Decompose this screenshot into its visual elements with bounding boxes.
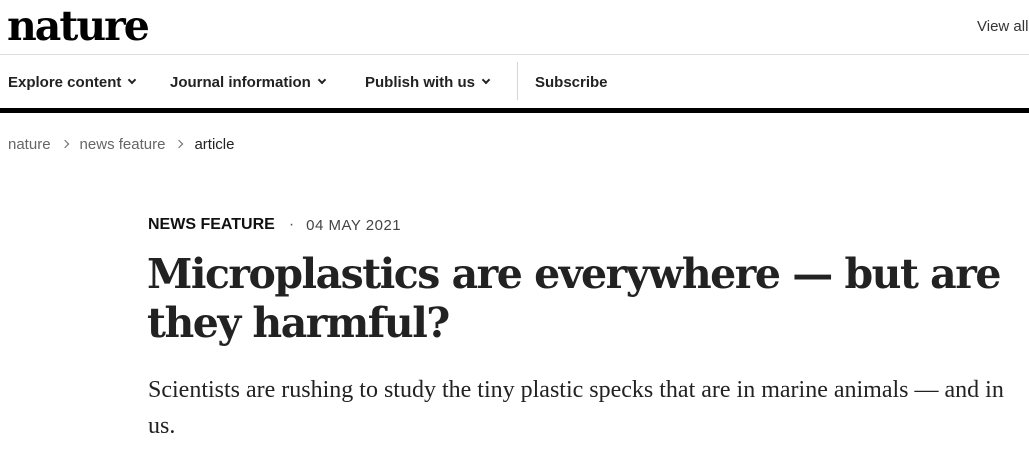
main-nav: Explore content Journal information Publ…	[0, 62, 1029, 102]
breadcrumb-news-feature[interactable]: news feature	[80, 136, 166, 153]
breadcrumb-current: article	[194, 135, 235, 153]
chevron-down-icon	[128, 75, 137, 85]
view-all-journals-link[interactable]: View all	[977, 18, 1028, 36]
subscribe-link[interactable]: Subscribe	[535, 62, 608, 102]
nav-separator	[517, 62, 518, 100]
chevron-right-icon	[60, 139, 69, 149]
breadcrumb: nature news feature article	[8, 134, 234, 154]
nav-publish-with-us-label: Publish with us	[365, 73, 476, 91]
article-standfirst: Scientists are rushing to study the tiny…	[148, 377, 1004, 439]
article-type: NEWS FEATURE	[148, 216, 275, 233]
chevron-down-icon	[317, 75, 327, 85]
meta-separator: ·	[288, 216, 295, 233]
nav-journal-information-label: Journal information	[170, 73, 311, 91]
breadcrumb-nature[interactable]: nature	[8, 136, 51, 153]
chevron-right-icon	[175, 139, 184, 149]
chevron-down-icon	[481, 75, 491, 85]
article-meta: NEWS FEATURE · 04 MAY 2021	[148, 214, 401, 236]
nav-publish-with-us[interactable]: Publish with us	[365, 62, 491, 102]
nav-explore-content-label: Explore content	[8, 73, 122, 91]
nav-explore-content[interactable]: Explore content	[8, 62, 137, 102]
nature-logo[interactable]: nature	[7, 2, 150, 50]
nav-journal-information[interactable]: Journal information	[170, 62, 327, 102]
header-divider	[0, 54, 1029, 55]
article-title: Microplastics are everywhere — but are t…	[147, 250, 1001, 347]
nav-bottom-rule	[0, 108, 1029, 113]
publish-date: 04 MAY 2021	[306, 216, 402, 234]
